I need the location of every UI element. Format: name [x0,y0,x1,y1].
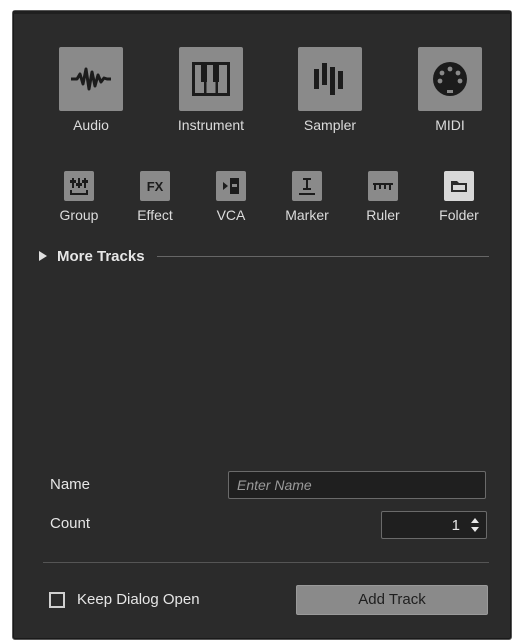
fx-icon-text: FX [146,178,164,194]
add-track-dialog: Audio Instrument Sampler MIDI Group FX E… [12,10,512,640]
audio-track-button[interactable]: Audio [51,47,131,133]
main-track-types: Audio Instrument Sampler MIDI [13,47,511,147]
sampler-label: Sampler [303,117,357,133]
midi-connector-icon [418,47,482,111]
vca-track-button[interactable]: VCA [199,171,263,223]
midi-track-button[interactable]: MIDI [410,47,490,133]
instrument-track-button[interactable]: Instrument [171,47,251,133]
ruler-label: Ruler [366,207,400,223]
marker-icon [292,171,322,201]
effect-label: Effect [137,207,173,223]
more-tracks-label: More Tracks [57,247,145,265]
keep-dialog-open-label: Keep Dialog Open [77,591,200,608]
effect-track-button[interactable]: FX Effect [123,171,187,223]
sampler-bars-icon [298,47,362,111]
ruler-track-button[interactable]: Ruler [351,171,415,223]
count-stepper[interactable]: 1 [381,511,487,539]
marker-label: Marker [285,207,329,223]
marker-track-button[interactable]: Marker [275,171,339,223]
group-faders-icon [64,171,94,201]
fx-icon: FX [140,171,170,201]
folder-label: Folder [439,207,479,223]
ruler-icon [368,171,398,201]
name-input[interactable] [228,471,486,499]
audio-label: Audio [73,117,109,133]
midi-label: MIDI [435,117,465,133]
add-track-button[interactable]: Add Track [296,585,488,615]
stepper-arrows-icon[interactable] [470,517,480,533]
section-divider [156,255,489,257]
piano-keys-icon [179,47,243,111]
checkbox-icon[interactable] [49,591,65,608]
waveform-icon [59,47,123,111]
count-value: 1 [451,516,460,534]
vca-icon [216,171,246,201]
footer-divider [43,562,489,563]
sampler-track-button[interactable]: Sampler [290,47,370,133]
vca-label: VCA [216,207,246,223]
folder-track-button[interactable]: Folder [427,171,491,223]
count-label: Count [50,515,91,532]
keep-dialog-open-checkbox[interactable]: Keep Dialog Open [49,591,200,608]
name-label: Name [50,476,91,493]
group-track-button[interactable]: Group [47,171,111,223]
other-track-types: Group FX Effect VCA Marker Ruler Folder [13,171,511,231]
expand-triangle-icon [39,251,47,261]
more-tracks-expander[interactable]: More Tracks [39,247,489,265]
instrument-label: Instrument [177,117,245,133]
group-label: Group [59,207,99,223]
folder-icon [444,171,474,201]
